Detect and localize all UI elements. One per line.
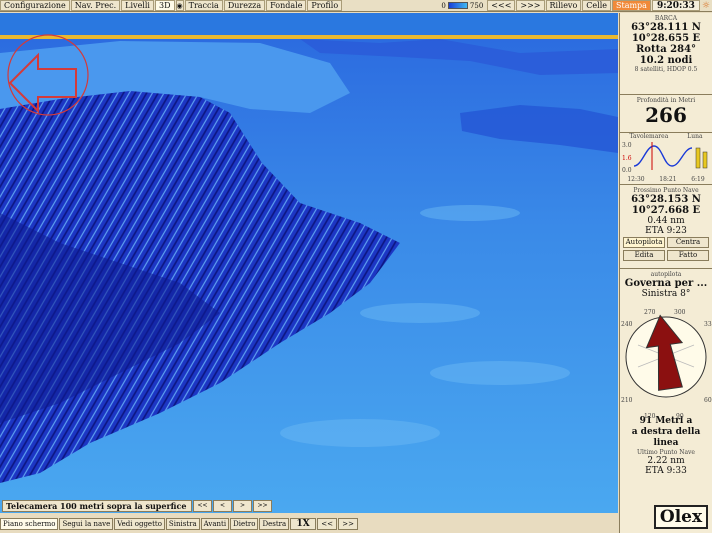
moon-title: Luna [687, 133, 703, 140]
menu-rewind[interactable]: <<< [487, 0, 516, 11]
compass-330: 330 [704, 321, 712, 328]
bottom-toolbar: Piano schermo Segui la nave Vedi oggetto… [0, 517, 620, 530]
dietro-button[interactable]: Dietro [230, 517, 259, 530]
autopilot-turn: Sinistra 8° [641, 289, 691, 299]
last-waypoint-distance: 2.22 nm [647, 456, 685, 466]
avanti-button[interactable]: Avanti [200, 517, 230, 530]
zoom-level[interactable]: 1X [290, 517, 317, 530]
compass-90: 90 [676, 413, 684, 420]
sinistra-button[interactable]: Sinistra [165, 517, 200, 530]
cross-track-offset: 91 Metri a [639, 416, 693, 426]
zoom-out-button[interactable]: << [317, 517, 338, 530]
menu-fondale[interactable]: Fondale [266, 0, 307, 11]
waypoint-header: Prossimo Punto Nave [633, 187, 699, 194]
boat-lat: 63°28.111 N [631, 22, 701, 33]
camera-far-forward-button[interactable]: >> [253, 500, 272, 512]
camera-control: Telecamera 100 metri sopra la superfice … [2, 500, 274, 512]
info-panel: BARCA 63°28.111 N 10°28.655 E Rotta 284°… [619, 13, 712, 533]
waypoint-distance: 0.44 nm [647, 216, 685, 226]
gps-status: 8 satelliti, HDOP 0.5 [634, 66, 698, 73]
compass-60: 60 [704, 397, 712, 404]
vedi-oggetto-button[interactable]: Vedi oggetto [114, 517, 165, 530]
compass-120: 120 [644, 413, 656, 420]
compass-240: 240 [621, 321, 633, 328]
last-waypoint-eta: ETA 9:33 [645, 466, 687, 476]
moon-bar-icon-2 [702, 151, 708, 169]
menu-3d[interactable]: 3D [154, 0, 175, 11]
last-waypoint-label: Ultimo Punto Nave [637, 449, 695, 456]
autopilot-mode: Governa per ... [624, 278, 708, 289]
tide-time-1: 12:30 [627, 176, 645, 183]
3d-seabed-view[interactable] [0, 13, 618, 513]
autopilota-button[interactable]: Autopilota [623, 237, 665, 248]
olex-logo: Olex [654, 505, 708, 529]
menu-rilievo[interactable]: Rilievo [545, 0, 582, 11]
autopilot-box: autopilota Governa per ... Sinistra 8° 2… [620, 269, 712, 509]
boat-header: BARCA [654, 15, 678, 22]
waypoint-eta: ETA 9:23 [645, 226, 687, 236]
tide-y-top: 3.0 [622, 142, 632, 149]
waypoint-lon: 10°27.668 E [631, 205, 701, 216]
depth-legend-max: 750 [469, 1, 484, 10]
moon-bar-icon [695, 147, 701, 169]
waypoint-box: Prossimo Punto Nave 63°28.153 N 10°27.66… [620, 185, 712, 269]
tide-time-2: 18:21 [659, 176, 677, 183]
tide-chart [633, 142, 708, 170]
sun-icon: ☼ [701, 0, 710, 11]
menu-forward[interactable]: >>> [516, 0, 545, 11]
tide-y-bottom: 0.0 [622, 167, 632, 174]
tide-time-3: 6:19 [691, 176, 705, 183]
menu-traccia[interactable]: Traccia [184, 0, 223, 11]
segui-nave-button[interactable]: Segui la nave [59, 517, 114, 530]
cross-track-side: a destra della linea [631, 427, 701, 448]
depth-value: 266 [645, 103, 687, 127]
compass-270: 270 [644, 309, 656, 316]
boat-lon: 10°28.655 E [631, 33, 701, 44]
camera-forward-button[interactable]: > [233, 500, 252, 512]
menu-configurazione[interactable]: Configurazione [0, 0, 70, 11]
depth-box: Profondità in Metri 266 [620, 95, 712, 133]
depth-color-legend [447, 2, 468, 9]
menu-nav-prec[interactable]: Nav. Prec. [70, 0, 121, 11]
camera-back-button[interactable]: < [213, 500, 232, 512]
camera-far-back-button[interactable]: << [193, 500, 212, 512]
fatto-button[interactable]: Fatto [667, 250, 709, 261]
destra-button[interactable]: Destra [259, 517, 290, 530]
camera-label: Telecamera 100 metri sopra la superfice [2, 500, 192, 512]
autopilot-label: autopilota [650, 271, 682, 278]
tide-y-mid: 1.6 [622, 155, 632, 162]
boat-course: Rotta 284° [635, 44, 697, 55]
record-icon[interactable]: ◉ [175, 0, 184, 11]
menu-stampa[interactable]: Stampa [612, 0, 651, 11]
tide-box: Tavolemarea Luna 3.0 1.6 0.0 12:30 18:21… [620, 133, 712, 185]
menu-celle[interactable]: Celle [582, 0, 611, 11]
edita-button[interactable]: Edita [623, 250, 665, 261]
horizon-line [0, 35, 618, 39]
compass-300: 300 [674, 309, 686, 316]
menu-durezza[interactable]: Durezza [223, 0, 266, 11]
piano-schermo-button[interactable]: Piano schermo [0, 517, 59, 530]
menu-profilo[interactable]: Profilo [307, 0, 343, 11]
compass-210: 210 [621, 397, 633, 404]
compass-rose [625, 314, 707, 398]
tide-title: Tavolemarea [629, 133, 669, 140]
boat-speed: 10.2 nodi [639, 55, 693, 66]
centra-button[interactable]: Centra [667, 237, 709, 248]
waypoint-lat: 63°28.153 N [631, 194, 701, 205]
boat-box: BARCA 63°28.111 N 10°28.655 E Rotta 284°… [620, 13, 712, 95]
seabed-render [0, 34, 618, 513]
zoom-in-button[interactable]: >> [338, 517, 359, 530]
depth-legend-min: 0 [441, 1, 446, 10]
menu-livelli[interactable]: Livelli [121, 0, 154, 11]
clock-time: 9:20:33 [651, 0, 700, 11]
tide-curve [633, 145, 693, 167]
top-menu-bar: Configurazione Nav. Prec. Livelli 3D ◉ T… [0, 0, 712, 12]
